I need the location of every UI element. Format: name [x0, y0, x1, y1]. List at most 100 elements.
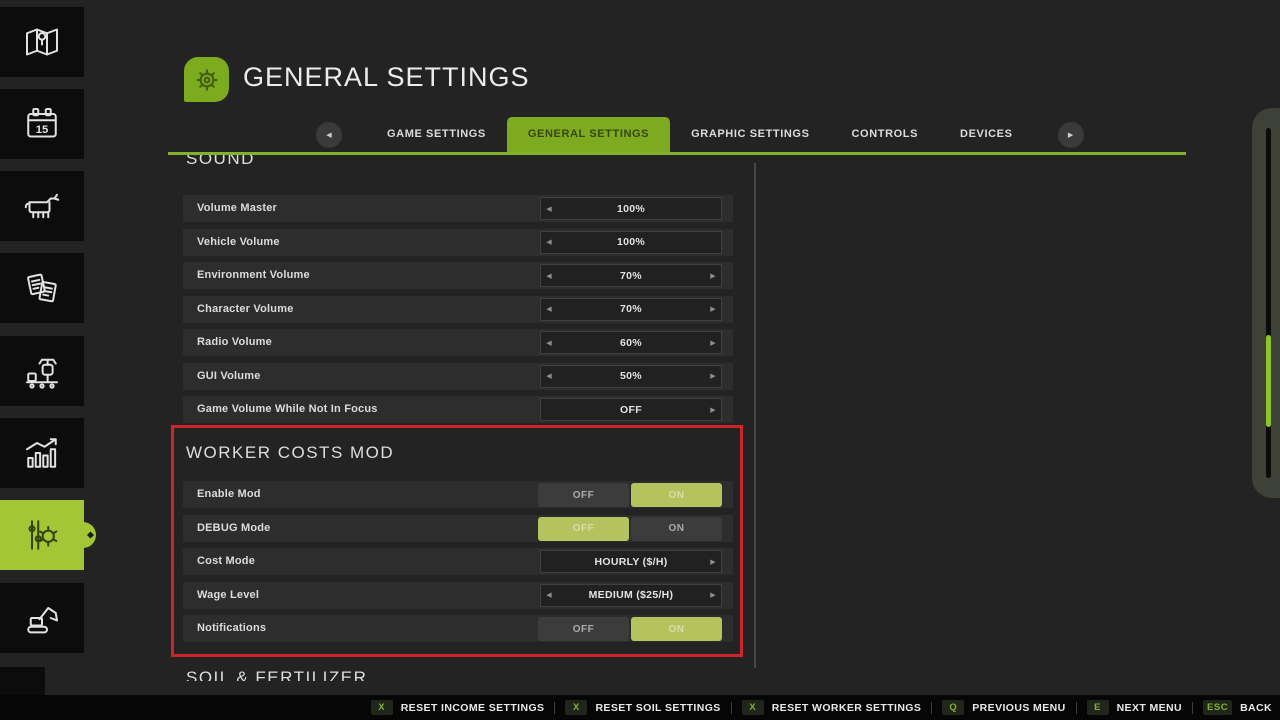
increase-arrow-icon[interactable]: ▶ [705, 305, 721, 313]
section-heading-worker-costs-mod: WORKER COSTS MOD [186, 443, 394, 463]
debug-mode-toggle[interactable]: OFF ON [538, 517, 722, 541]
decrease-arrow-icon[interactable]: ◀ [541, 591, 557, 599]
reset-worker-settings-button[interactable]: X RESET WORKER SETTINGS [742, 700, 922, 715]
sidebar-item-statistics[interactable] [0, 418, 84, 488]
setting-label: Notifications [197, 615, 266, 642]
hotkey-label: PREVIOUS MENU [972, 702, 1065, 714]
increase-arrow-icon[interactable]: ▶ [705, 372, 721, 380]
increase-arrow-icon[interactable]: ▶ [705, 406, 721, 414]
setting-row-debug-mode[interactable]: DEBUG Mode OFF ON [183, 515, 733, 542]
hotkey-label: NEXT MENU [1117, 702, 1182, 714]
section-heading-sound: SOUND [186, 155, 255, 169]
vehicle-volume-stepper[interactable]: ◀ 100% ▶ [540, 231, 722, 254]
key-e-icon: E [1087, 700, 1109, 715]
tab-controls[interactable]: CONTROLS [831, 117, 940, 152]
hotkey-label: RESET WORKER SETTINGS [772, 702, 922, 714]
radio-volume-stepper[interactable]: ◀ 60% ▶ [540, 331, 722, 354]
tab-devices[interactable]: DEVICES [939, 117, 1034, 152]
stepper-value: 70% [557, 303, 705, 315]
decrease-arrow-icon[interactable]: ◀ [541, 305, 557, 313]
chevron-right-icon: ▶ [1068, 131, 1073, 139]
increase-arrow-icon[interactable]: ▶ [705, 272, 721, 280]
tab-graphic-settings[interactable]: GRAPHIC SETTINGS [670, 117, 830, 152]
setting-label: Environment Volume [197, 262, 310, 289]
previous-tab-button[interactable]: ◀ [316, 122, 342, 148]
general-settings-screen: 15 [0, 0, 1280, 720]
enable-mod-toggle[interactable]: OFF ON [538, 483, 722, 507]
setting-label: DEBUG Mode [197, 515, 271, 542]
setting-row-environment-volume[interactable]: Environment Volume ◀ 70% ▶ [183, 262, 733, 289]
setting-row-notifications[interactable]: Notifications OFF ON [183, 615, 733, 642]
finances-icon [22, 268, 62, 308]
stepper-value: 60% [557, 337, 705, 349]
setting-label: Radio Volume [197, 329, 272, 356]
gui-volume-stepper[interactable]: ◀ 50% ▶ [540, 365, 722, 388]
previous-menu-button[interactable]: Q PREVIOUS MENU [942, 700, 1065, 715]
setting-row-wage-level[interactable]: Wage Level ◀ MEDIUM ($25/H) ▶ [183, 582, 733, 609]
sidebar-item-construction[interactable] [0, 583, 84, 653]
decrease-arrow-icon[interactable]: ◀ [541, 238, 557, 246]
sidebar-item-finances[interactable] [0, 253, 84, 323]
section-heading-soil-fertilizer: SOIL & FERTILIZER [186, 668, 367, 681]
increase-arrow-icon[interactable]: ▶ [705, 339, 721, 347]
character-volume-stepper[interactable]: ◀ 70% ▶ [540, 298, 722, 321]
panel-scrollbar[interactable] [754, 163, 756, 668]
next-tab-button[interactable]: ▶ [1058, 122, 1084, 148]
sidebar-item-animals[interactable] [0, 171, 84, 241]
setting-row-vehicle-volume[interactable]: Vehicle Volume ◀ 100% ▶ [183, 229, 733, 256]
setting-label: Vehicle Volume [197, 229, 280, 256]
sidebar-item-calendar[interactable]: 15 [0, 89, 84, 159]
decrease-arrow-icon[interactable]: ◀ [541, 339, 557, 347]
construction-icon [22, 598, 62, 638]
toggle-on-button[interactable]: ON [631, 517, 722, 541]
sidebar-item-map[interactable] [0, 7, 84, 77]
settings-panel: SOUND Volume Master ◀ 100% ▶ Vehicle Vol… [168, 155, 758, 681]
cost-mode-stepper[interactable]: ◀ HOURLY ($/H) ▶ [540, 550, 722, 573]
setting-row-gui-volume[interactable]: GUI Volume ◀ 50% ▶ [183, 363, 733, 390]
tab-general-settings[interactable]: GENERAL SETTINGS [507, 117, 670, 152]
setting-row-radio-volume[interactable]: Radio Volume ◀ 60% ▶ [183, 329, 733, 356]
key-x-icon: X [565, 700, 587, 715]
separator [731, 702, 732, 714]
game-volume-focus-stepper[interactable]: ◀ OFF ▶ [540, 398, 722, 421]
hotkey-label: RESET SOIL SETTINGS [595, 702, 720, 714]
notifications-toggle[interactable]: OFF ON [538, 617, 722, 641]
toggle-on-button[interactable]: ON [631, 483, 722, 507]
sound-rows: Volume Master ◀ 100% ▶ Vehicle Volume ◀ … [183, 195, 733, 430]
reset-income-settings-button[interactable]: X RESET INCOME SETTINGS [371, 700, 545, 715]
sidebar-item-production[interactable] [0, 336, 84, 406]
calendar-icon: 15 [22, 104, 62, 144]
key-esc-icon: ESC [1203, 700, 1232, 715]
setting-row-volume-master[interactable]: Volume Master ◀ 100% ▶ [183, 195, 733, 222]
page-scrollbar[interactable] [1252, 108, 1280, 498]
reset-soil-settings-button[interactable]: X RESET SOIL SETTINGS [565, 700, 720, 715]
setting-row-cost-mode[interactable]: Cost Mode ◀ HOURLY ($/H) ▶ [183, 548, 733, 575]
stepper-value: OFF [557, 404, 705, 416]
back-button[interactable]: ESC BACK [1203, 700, 1272, 715]
increase-arrow-icon[interactable]: ▶ [705, 591, 721, 599]
stepper-value: 70% [557, 270, 705, 282]
scrollbar-thumb[interactable] [1266, 335, 1271, 427]
setting-row-character-volume[interactable]: Character Volume ◀ 70% ▶ [183, 296, 733, 323]
increase-arrow-icon[interactable]: ▶ [705, 558, 721, 566]
toggle-on-button[interactable]: ON [631, 617, 722, 641]
map-icon [22, 22, 62, 62]
stepper-value: 50% [557, 370, 705, 382]
wage-level-stepper[interactable]: ◀ MEDIUM ($25/H) ▶ [540, 584, 722, 607]
toggle-off-button[interactable]: OFF [538, 617, 629, 641]
environment-volume-stepper[interactable]: ◀ 70% ▶ [540, 264, 722, 287]
key-x-icon: X [371, 700, 393, 715]
tab-bar: ◀ GAME SETTINGS GENERAL SETTINGS GRAPHIC… [316, 117, 1084, 152]
decrease-arrow-icon[interactable]: ◀ [541, 272, 557, 280]
tab-game-settings[interactable]: GAME SETTINGS [366, 117, 507, 152]
separator [1192, 702, 1193, 714]
decrease-arrow-icon[interactable]: ◀ [541, 372, 557, 380]
sidebar-item-settings[interactable] [0, 500, 84, 570]
setting-row-game-volume-focus[interactable]: Game Volume While Not In Focus ◀ OFF ▶ [183, 396, 733, 423]
toggle-off-button[interactable]: OFF [538, 483, 629, 507]
setting-row-enable-mod[interactable]: Enable Mod OFF ON [183, 481, 733, 508]
decrease-arrow-icon[interactable]: ◀ [541, 205, 557, 213]
toggle-off-button[interactable]: OFF [538, 517, 629, 541]
volume-master-stepper[interactable]: ◀ 100% ▶ [540, 197, 722, 220]
next-menu-button[interactable]: E NEXT MENU [1087, 700, 1182, 715]
